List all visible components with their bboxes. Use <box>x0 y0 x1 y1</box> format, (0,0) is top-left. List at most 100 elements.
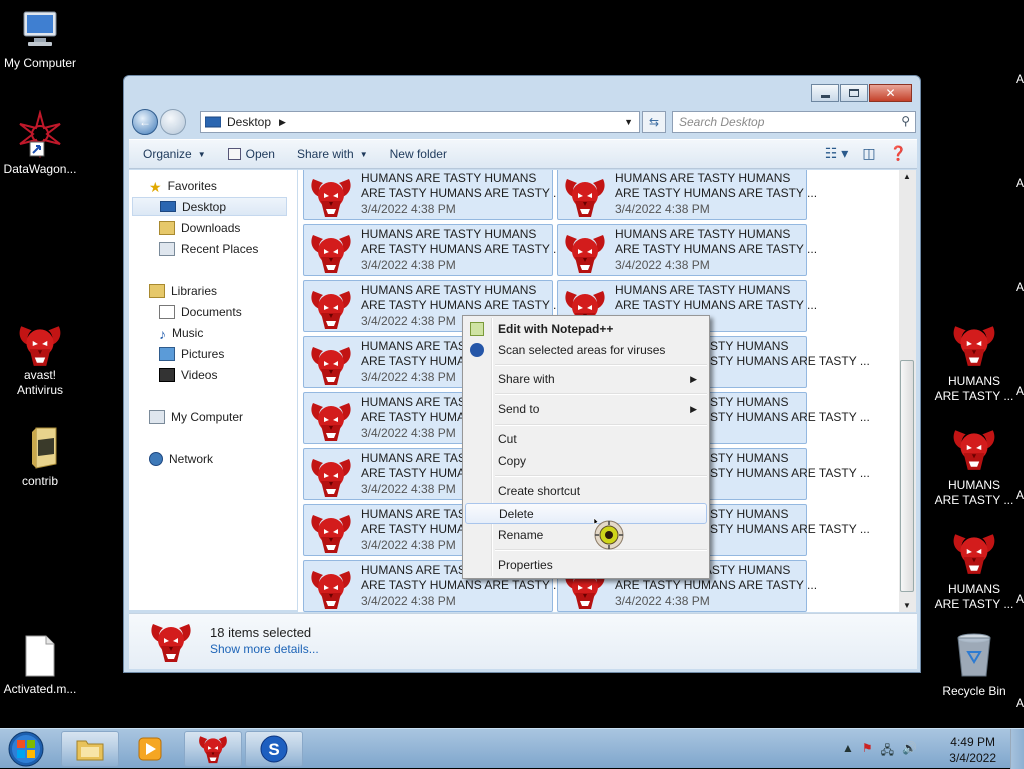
nav-recent-places[interactable]: Recent Places <box>159 239 299 258</box>
taskbar-s-app-button[interactable]: S <box>245 731 303 767</box>
menu-item-create-shortcut[interactable]: Create shortcut <box>465 481 707 502</box>
nav-videos[interactable]: Videos <box>159 365 299 384</box>
nav-pictures[interactable]: Pictures <box>159 344 299 363</box>
desktop-icon-label: avast! Antivirus <box>16 368 63 397</box>
address-dropdown-icon[interactable]: ▼ <box>624 117 633 127</box>
computer-icon <box>23 11 57 46</box>
minimize-button[interactable] <box>811 84 839 102</box>
scroll-thumb[interactable] <box>900 360 914 592</box>
nav-downloads[interactable]: Downloads <box>159 218 299 237</box>
desktop-icon-humans-3[interactable]: HUMANS ARE TASTY ... <box>934 528 1014 612</box>
file-item[interactable]: HUMANS ARE TASTY HUMANS ARE TASTY HUMANS… <box>557 224 817 276</box>
desktop-icon-label: contrib <box>21 474 59 488</box>
file-date: 3/4/2022 4:38 PM <box>361 594 456 608</box>
desktop-icon-activated[interactable]: Activated.m... <box>0 634 80 697</box>
taskbar-skull-app-button[interactable] <box>184 731 242 767</box>
nav-my-computer[interactable]: My Computer <box>149 407 289 426</box>
file-item[interactable]: HUMANS ARE TASTY HUMANS ARE TASTY HUMANS… <box>303 224 563 276</box>
address-location: Desktop <box>227 115 272 129</box>
menu-item-rename[interactable]: Rename <box>465 525 707 546</box>
menu-item-share-with[interactable]: Share with ▶ <box>465 369 707 390</box>
submenu-arrow-icon: ▶ <box>690 374 697 384</box>
nav-label: Network <box>169 451 214 466</box>
action-center-flag-icon[interactable]: ⚑ <box>862 741 873 762</box>
menu-item-properties[interactable]: Properties <box>465 555 707 576</box>
menu-item-send-to[interactable]: Send to ▶ <box>465 399 707 420</box>
nav-network[interactable]: Network <box>149 449 289 468</box>
back-arrow-icon: ← <box>139 115 151 129</box>
view-options-icon[interactable]: ☷ ▾ <box>825 145 848 162</box>
address-bar[interactable]: Desktop ▶ ▼ <box>200 111 640 133</box>
maximize-button[interactable] <box>840 84 868 102</box>
organize-button[interactable]: Organize ▼ <box>143 147 206 161</box>
start-button[interactable] <box>4 730 48 768</box>
nav-desktop[interactable]: Desktop <box>132 197 287 216</box>
file-date: 3/4/2022 4:38 PM <box>361 482 456 496</box>
clock[interactable]: 4:49 PM 3/4/2022 <box>949 734 996 766</box>
menu-item-cut[interactable]: Cut <box>465 429 707 450</box>
desktop-icon-my-computer[interactable]: My Computer <box>0 8 80 71</box>
menu-label: Send to <box>498 402 540 416</box>
file-name-line-1: HUMANS ARE TASTY HUMANS <box>361 171 537 185</box>
show-hidden-icons-icon[interactable]: ▲ <box>842 741 854 762</box>
breadcrumb-chevron-icon[interactable]: ▶ <box>279 117 286 128</box>
new-folder-button[interactable]: New folder <box>390 147 447 161</box>
nav-label: Pictures <box>181 346 225 361</box>
file-item[interactable]: HUMANS ARE TASTY HUMANS ARE TASTY HUMANS… <box>303 170 563 220</box>
desktop-icon-humans-1[interactable]: HUMANS ARE TASTY ... <box>934 320 1014 404</box>
refresh-button[interactable]: ⇆ <box>642 111 666 133</box>
taskbar-explorer-button[interactable] <box>61 731 119 767</box>
file-name-line-1: STY HUMANS <box>710 507 789 521</box>
close-button[interactable]: ✕ <box>869 84 912 102</box>
desktop-icon-avast[interactable]: avast! Antivirus <box>0 320 80 398</box>
scroll-down-icon[interactable]: ▼ <box>903 601 911 610</box>
forward-arrow-icon: → <box>167 115 179 129</box>
chevron-down-icon: ▼ <box>197 149 206 159</box>
svg-text:S: S <box>268 740 279 759</box>
nav-libraries[interactable]: Libraries <box>149 281 289 300</box>
file-item[interactable]: HUMANS ARE TASTY HUMANS ARE TASTY HUMANS… <box>557 170 817 220</box>
forward-button[interactable]: → <box>160 109 186 135</box>
desktop-icon-recycle-bin[interactable]: Recycle Bin <box>934 632 1014 699</box>
libraries-icon <box>149 283 165 298</box>
file-name-line-2: STY HUMANS ARE TASTY ... <box>710 522 870 536</box>
desktop-icon-label: DataWagon... <box>3 162 77 176</box>
menu-item-delete[interactable]: Delete <box>465 503 707 524</box>
nav-music[interactable]: ♪ Music <box>159 323 299 342</box>
show-more-details-link[interactable]: Show more details... <box>210 642 319 656</box>
menu-item-scan[interactable]: Scan selected areas for viruses <box>465 340 707 361</box>
desktop-icon-label: HUMANS ARE TASTY ... <box>934 374 1014 403</box>
desktop-icon-datawagon[interactable]: DataWagon... <box>0 110 80 177</box>
preview-pane-icon[interactable]: ◫ <box>862 145 875 162</box>
selection-count: 18 items selected <box>210 625 312 640</box>
scroll-up-icon[interactable]: ▲ <box>903 172 911 181</box>
file-date: 3/4/2022 4:38 PM <box>361 258 456 272</box>
help-icon[interactable]: ❓ <box>890 145 907 162</box>
nav-documents[interactable]: Documents <box>159 302 299 321</box>
menu-item-copy[interactable]: Copy <box>465 451 707 472</box>
search-icon[interactable]: ⚲ <box>901 114 910 128</box>
file-name-line-2: ARE TASTY HUMANS ARE TASTY ... <box>615 242 818 256</box>
nav-favorites[interactable]: ★ Favorites <box>149 176 289 195</box>
file-icon <box>25 635 55 677</box>
horned-skull-icon <box>307 509 355 557</box>
horned-skull-icon <box>307 565 355 612</box>
edge-text: A <box>1016 280 1024 294</box>
network-tray-icon[interactable]: 🖧 <box>881 741 894 762</box>
desktop-icon-contrib[interactable]: contrib <box>0 424 80 489</box>
menu-item-edit-notepad[interactable]: Edit with Notepad++ <box>465 319 707 340</box>
horned-skull-icon <box>307 285 355 333</box>
navigation-bar: ← → Desktop ▶ ▼ ⇆ Search Desktop ⚲ <box>130 107 916 135</box>
taskbar-media-player-button[interactable] <box>121 731 179 767</box>
share-with-button[interactable]: Share with ▼ <box>297 147 368 161</box>
show-desktop-button[interactable] <box>1010 729 1024 769</box>
chevron-down-icon: ▼ <box>359 149 368 159</box>
search-input[interactable]: Search Desktop ⚲ <box>672 111 916 133</box>
s-app-icon: S <box>260 735 288 763</box>
open-button[interactable]: Open <box>227 147 275 161</box>
vertical-scrollbar[interactable]: ▲ ▼ <box>899 170 916 612</box>
desktop-icon-humans-2[interactable]: HUMANS ARE TASTY ... <box>934 424 1014 508</box>
busy-cursor-icon <box>593 518 624 550</box>
volume-icon[interactable]: 🔊 <box>902 741 917 762</box>
back-button[interactable]: ← <box>132 109 158 135</box>
